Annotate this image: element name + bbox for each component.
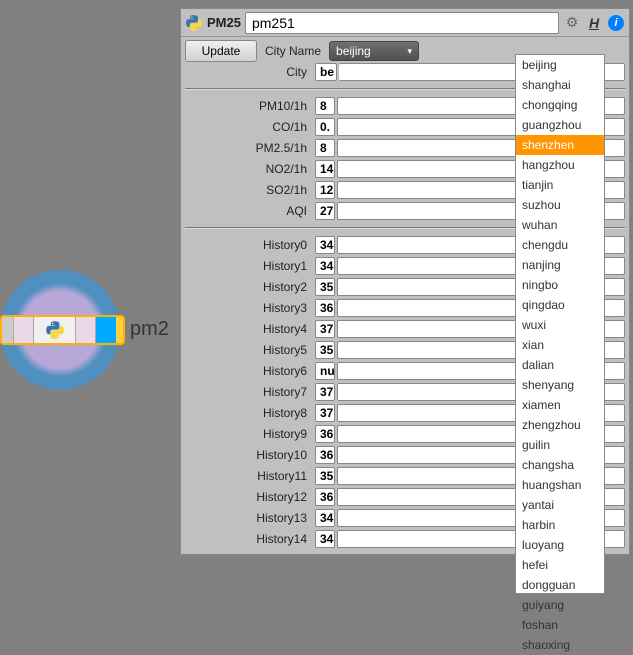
metric-label: PM10/1h xyxy=(185,99,315,113)
help-icon[interactable]: H xyxy=(585,14,603,32)
dropdown-item[interactable]: harbin xyxy=(516,515,604,535)
history-label: History2 xyxy=(185,280,315,294)
history-label: History13 xyxy=(185,511,315,525)
dropdown-item[interactable]: zhengzhou xyxy=(516,415,604,435)
history-label: History12 xyxy=(185,490,315,504)
dropdown-item[interactable]: hangzhou xyxy=(516,155,604,175)
metric-value[interactable]: 8 xyxy=(315,97,335,115)
history-label: History5 xyxy=(185,343,315,357)
dropdown-item[interactable]: shaoxing xyxy=(516,635,604,655)
metric-label: NO2/1h xyxy=(185,162,315,176)
info-icon[interactable]: i xyxy=(607,14,625,32)
history-value[interactable]: 36 xyxy=(315,446,335,464)
dropdown-item[interactable]: foshan xyxy=(516,615,604,635)
dropdown-item[interactable]: wuhan xyxy=(516,215,604,235)
panel-title: PM25 xyxy=(207,15,241,30)
metric-value[interactable]: 14 xyxy=(315,160,335,178)
chevron-down-icon: ▾ xyxy=(407,46,412,57)
city-value[interactable]: be xyxy=(315,63,337,81)
node-name-input[interactable] xyxy=(245,12,559,34)
node-icon-cell xyxy=(34,317,76,343)
history-value[interactable]: 34 xyxy=(315,509,335,527)
history-label: History10 xyxy=(185,448,315,462)
node-handle-left[interactable] xyxy=(2,317,14,343)
history-value[interactable]: 35 xyxy=(315,278,335,296)
history-value[interactable]: 35 xyxy=(315,341,335,359)
node-handle-right[interactable] xyxy=(96,317,116,343)
history-value[interactable]: 34 xyxy=(315,236,335,254)
dropdown-item[interactable]: shanghai xyxy=(516,75,604,95)
history-value[interactable]: 34 xyxy=(315,530,335,548)
history-label: History6 xyxy=(185,364,315,378)
metric-label: SO2/1h xyxy=(185,183,315,197)
dropdown-item[interactable]: luoyang xyxy=(516,535,604,555)
dropdown-item[interactable]: ningbo xyxy=(516,275,604,295)
update-button[interactable]: Update xyxy=(185,40,257,62)
metric-value[interactable]: 0. xyxy=(315,118,335,136)
history-label: History8 xyxy=(185,406,315,420)
history-label: History7 xyxy=(185,385,315,399)
dropdown-item[interactable]: suzhou xyxy=(516,195,604,215)
node-box[interactable] xyxy=(0,315,125,345)
dropdown-item[interactable]: changsha xyxy=(516,455,604,475)
dropdown-item[interactable]: guilin xyxy=(516,435,604,455)
dropdown-item[interactable]: shenyang xyxy=(516,375,604,395)
dropdown-item[interactable]: shenzhen xyxy=(516,135,604,155)
history-label: History11 xyxy=(185,469,315,483)
gear-icon[interactable]: ⚙ xyxy=(563,14,581,32)
dropdown-item[interactable]: beijing xyxy=(516,55,604,75)
history-label: History4 xyxy=(185,322,315,336)
dropdown-item[interactable]: wuxi xyxy=(516,315,604,335)
history-value[interactable]: 36 xyxy=(315,488,335,506)
history-label: History1 xyxy=(185,259,315,273)
history-value[interactable]: 37 xyxy=(315,404,335,422)
history-value[interactable]: 35 xyxy=(315,467,335,485)
node-port-in[interactable] xyxy=(14,317,34,343)
dropdown-item[interactable]: yantai xyxy=(516,495,604,515)
python-icon xyxy=(45,320,65,340)
history-value[interactable]: 34 xyxy=(315,257,335,275)
city-name-label: City Name xyxy=(265,44,329,58)
history-value[interactable]: 36 xyxy=(315,299,335,317)
dropdown-item[interactable]: nanjing xyxy=(516,255,604,275)
metric-label: AQI xyxy=(185,204,315,218)
metric-value[interactable]: 12 xyxy=(315,181,335,199)
metric-value[interactable]: 27 xyxy=(315,202,335,220)
metric-label: PM2.5/1h xyxy=(185,141,315,155)
dropdown-item[interactable]: dalian xyxy=(516,355,604,375)
python-icon xyxy=(185,14,203,32)
city-dropdown[interactable]: beijing ▾ xyxy=(329,41,419,61)
history-value[interactable]: nu xyxy=(315,362,335,380)
history-value[interactable]: 36 xyxy=(315,425,335,443)
metric-value[interactable]: 8 xyxy=(315,139,335,157)
metric-label: CO/1h xyxy=(185,120,315,134)
history-label: History0 xyxy=(185,238,315,252)
dropdown-item[interactable]: tianjin xyxy=(516,175,604,195)
dropdown-list[interactable]: beijingshanghaichongqingguangzhoushenzhe… xyxy=(515,54,605,594)
history-value[interactable]: 37 xyxy=(315,320,335,338)
panel-header: PM25 ⚙ H i xyxy=(181,9,629,37)
node-label: pm2 xyxy=(130,318,169,341)
dropdown-item[interactable]: guiyang xyxy=(516,595,604,615)
dropdown-item[interactable]: guangzhou xyxy=(516,115,604,135)
dropdown-item[interactable]: chongqing xyxy=(516,95,604,115)
dropdown-item[interactable]: chengdu xyxy=(516,235,604,255)
history-label: History14 xyxy=(185,532,315,546)
dropdown-item[interactable]: hefei xyxy=(516,555,604,575)
history-value[interactable]: 37 xyxy=(315,383,335,401)
dropdown-item[interactable]: xian xyxy=(516,335,604,355)
history-label: History3 xyxy=(185,301,315,315)
dropdown-item[interactable]: huangshan xyxy=(516,475,604,495)
dropdown-item[interactable]: xiamen xyxy=(516,395,604,415)
node-port-out[interactable] xyxy=(76,317,96,343)
dropdown-item[interactable]: dongguan xyxy=(516,575,604,595)
dropdown-selected: beijing xyxy=(336,44,371,58)
city-label: City xyxy=(185,65,315,79)
dropdown-item[interactable]: qingdao xyxy=(516,295,604,315)
history-label: History9 xyxy=(185,427,315,441)
